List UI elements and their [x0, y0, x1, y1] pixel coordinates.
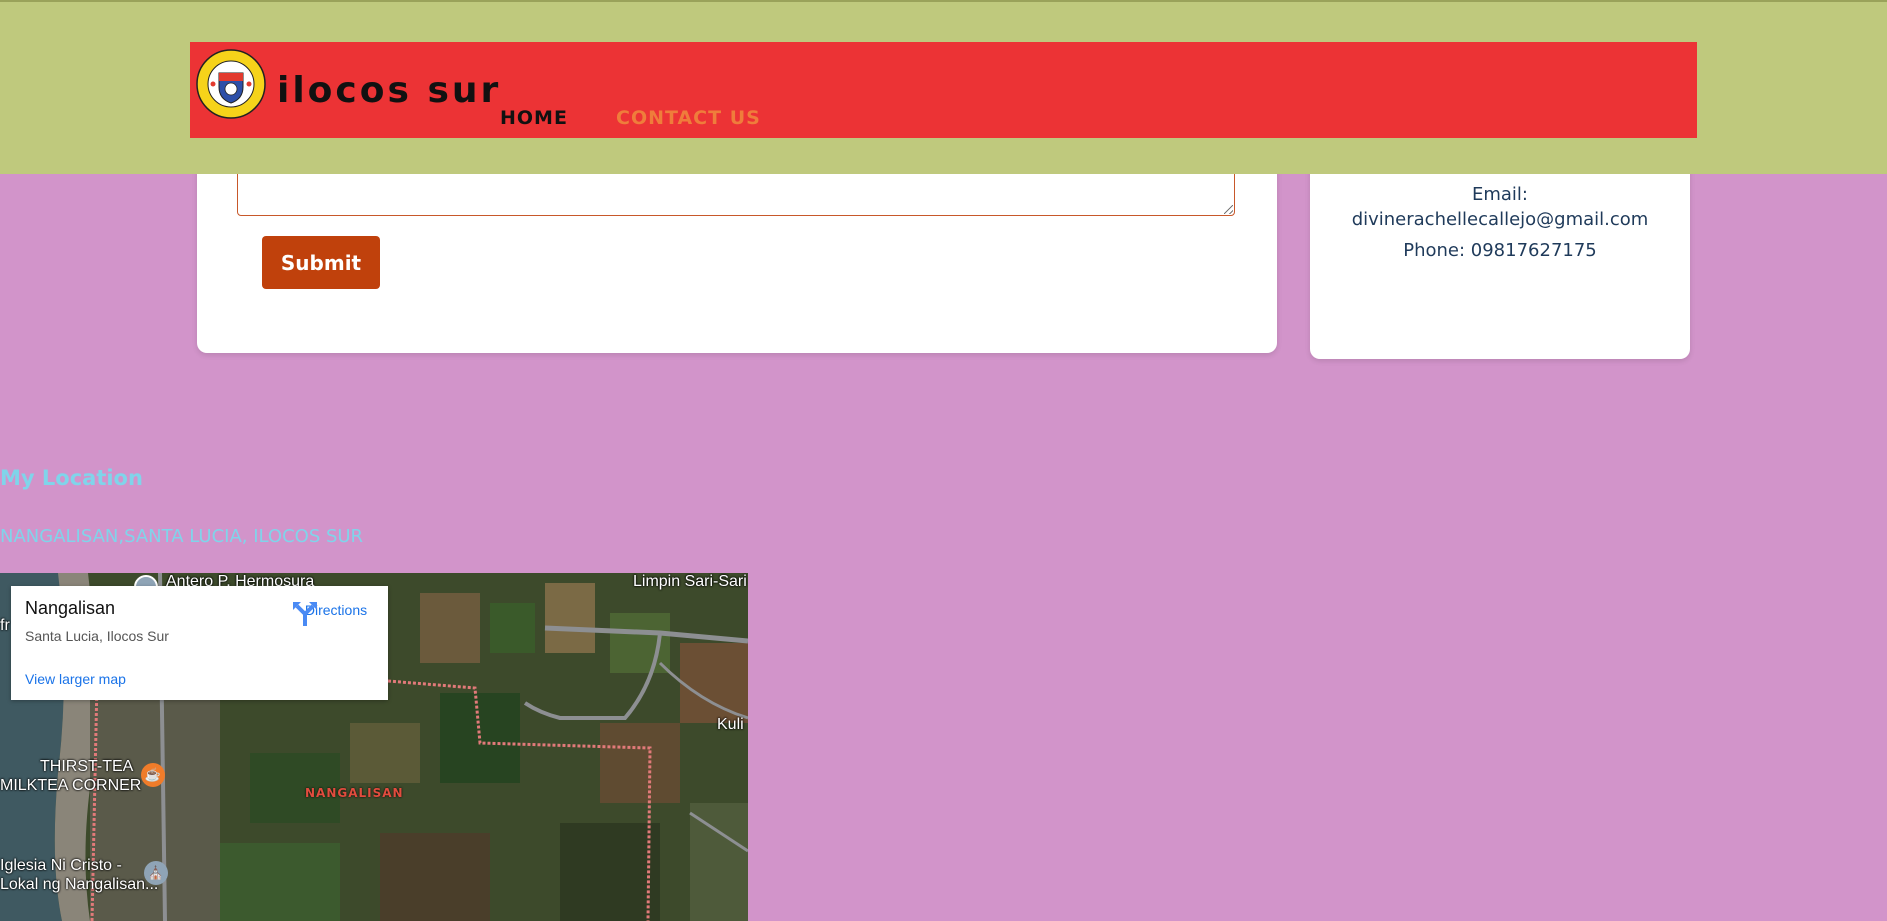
map-label-milktea-corner: MILKTEA CORNER — [0, 777, 142, 794]
map-info-card: Nangalisan Santa Lucia, Ilocos Sur View … — [11, 586, 388, 700]
nav-contact-link[interactable]: CONTACT US — [616, 107, 761, 129]
embedded-map[interactable]: Antero P. Hermosura Limpin Sari-Sari Kul… — [0, 573, 748, 921]
church-pin-icon[interactable]: ⛪ — [144, 861, 168, 885]
nav-home-link[interactable]: HOME — [500, 107, 568, 129]
province-seal-logo — [196, 49, 266, 119]
nav-bar: ilocos sur HOME CONTACT US — [190, 42, 1697, 138]
submit-button[interactable]: Submit — [262, 236, 380, 289]
map-place-area: Santa Lucia, Ilocos Sur — [25, 628, 169, 644]
map-label-kuli: Kuli — [717, 716, 744, 733]
view-larger-map-link[interactable]: View larger map — [25, 671, 126, 687]
directions-icon — [293, 602, 317, 626]
map-label-fr: fr — [0, 617, 10, 634]
email-label: Email: — [1471, 184, 1528, 205]
map-label-iglesia: Iglesia Ni Cristo - — [0, 857, 122, 874]
directions-button[interactable]: Directions — [291, 600, 381, 626]
textarea-resize-grip[interactable] — [1224, 205, 1233, 214]
cafe-pin-icon[interactable]: ☕ — [141, 763, 165, 787]
location-heading: My Location — [0, 466, 143, 490]
map-label-limpin: Limpin Sari-Sari — [633, 573, 747, 590]
map-label-iglesia-lokal: Lokal ng Nangalisan... — [0, 876, 159, 893]
message-textarea[interactable] — [237, 170, 1235, 216]
site-header: ilocos sur HOME CONTACT US — [0, 0, 1887, 174]
map-label-thirst-tea: THIRST-TEA — [40, 758, 134, 775]
location-address: NANGALISAN,SANTA LUCIA, ILOCOS SUR — [0, 526, 364, 547]
email-value: divinerachellecallejo@gmail.com — [1351, 209, 1649, 230]
map-label-nangalisan: NANGALISAN — [305, 786, 404, 800]
brand-name: ilocos sur — [277, 70, 502, 111]
phone-value: Phone: 09817627175 — [1403, 240, 1597, 261]
map-place-name: Nangalisan — [25, 598, 116, 618]
